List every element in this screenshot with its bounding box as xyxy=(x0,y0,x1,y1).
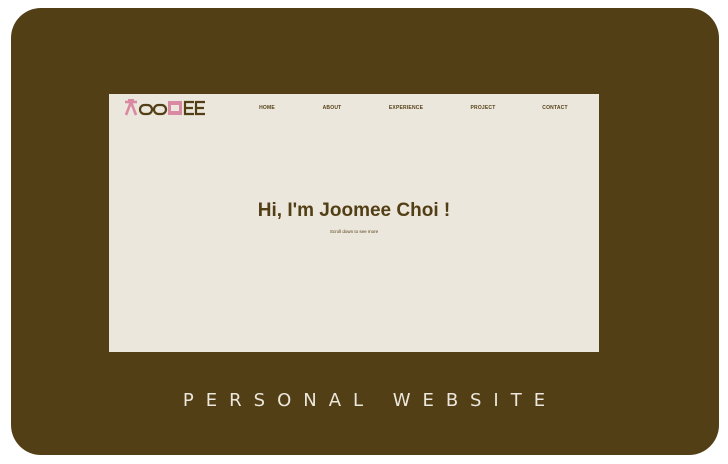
hero-subtitle: Scroll down to see more xyxy=(329,229,379,234)
nav-contact[interactable]: CONTACT xyxy=(542,105,567,111)
nav-project[interactable]: PROJECT xyxy=(470,105,495,111)
nav-home[interactable]: HOME xyxy=(259,105,275,111)
nav-about[interactable]: ABOUT xyxy=(323,105,342,111)
joomee-logo-icon[interactable] xyxy=(124,99,206,117)
website-screen: HOME ABOUT EXPERIENCE PROJECT CONTACT Hi… xyxy=(109,94,599,352)
top-navigation: HOME ABOUT EXPERIENCE PROJECT CONTACT xyxy=(109,94,599,122)
presentation-caption: PERSONAL WEBSITE xyxy=(182,390,558,411)
nav-experience[interactable]: EXPERIENCE xyxy=(389,105,423,111)
hero-title: Hi, I'm Joomee Choi ! xyxy=(257,200,451,221)
